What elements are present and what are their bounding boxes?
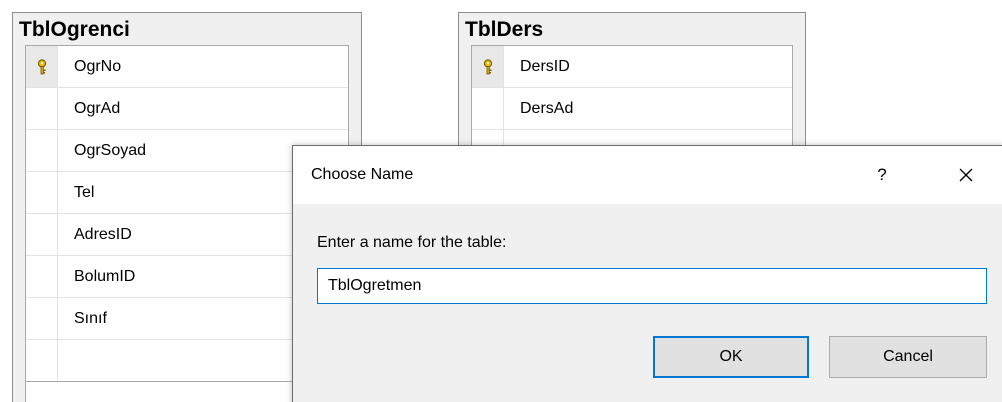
row-selector[interactable] bbox=[26, 130, 58, 171]
row-selector[interactable] bbox=[26, 46, 58, 87]
column-name[interactable]: Tel bbox=[74, 172, 94, 213]
help-button[interactable]: ? bbox=[859, 146, 905, 204]
close-button[interactable] bbox=[943, 146, 989, 204]
dialog-titlebar[interactable]: Choose Name ? bbox=[293, 146, 1002, 204]
table-name-prompt: Enter a name for the table: bbox=[317, 234, 507, 251]
cancel-button[interactable]: Cancel bbox=[829, 336, 987, 378]
row-selector[interactable] bbox=[472, 46, 504, 87]
column-name[interactable]: Sınıf bbox=[74, 298, 107, 339]
close-icon bbox=[959, 168, 973, 182]
choose-name-dialog[interactable]: Choose Name ? Enter a name for the table… bbox=[292, 145, 1002, 402]
dialog-title: Choose Name bbox=[311, 166, 414, 183]
primary-key-icon bbox=[483, 58, 492, 74]
column-row[interactable]: OgrNo bbox=[26, 46, 348, 88]
column-name[interactable]: OgrAd bbox=[74, 88, 120, 129]
row-selector[interactable] bbox=[26, 214, 58, 255]
column-name[interactable]: OgrNo bbox=[74, 46, 121, 87]
ok-button[interactable]: OK bbox=[653, 336, 809, 378]
row-selector[interactable] bbox=[26, 172, 58, 213]
table-name-input[interactable] bbox=[317, 268, 987, 304]
row-selector[interactable] bbox=[26, 256, 58, 297]
primary-key-icon bbox=[37, 58, 46, 74]
row-selector[interactable] bbox=[472, 88, 504, 129]
column-row[interactable]: OgrAd bbox=[26, 88, 348, 130]
row-selector[interactable] bbox=[26, 298, 58, 339]
row-selector[interactable] bbox=[26, 88, 58, 129]
table-title[interactable]: TblDers bbox=[459, 13, 805, 45]
column-name[interactable]: AdresID bbox=[74, 214, 132, 255]
column-name[interactable]: OgrSoyad bbox=[74, 130, 146, 171]
table-title[interactable]: TblOgrenci bbox=[13, 13, 361, 45]
row-selector[interactable] bbox=[26, 340, 58, 381]
column-name[interactable]: BolumID bbox=[74, 256, 135, 297]
column-name[interactable]: DersAd bbox=[520, 88, 573, 129]
designer-canvas: TblOgrenci OgrNo OgrAd OgrSoyad Tel Adre… bbox=[0, 0, 1002, 402]
column-row[interactable]: DersAd bbox=[472, 88, 792, 130]
column-name[interactable]: DersID bbox=[520, 46, 570, 87]
column-row[interactable]: DersID bbox=[472, 46, 792, 88]
